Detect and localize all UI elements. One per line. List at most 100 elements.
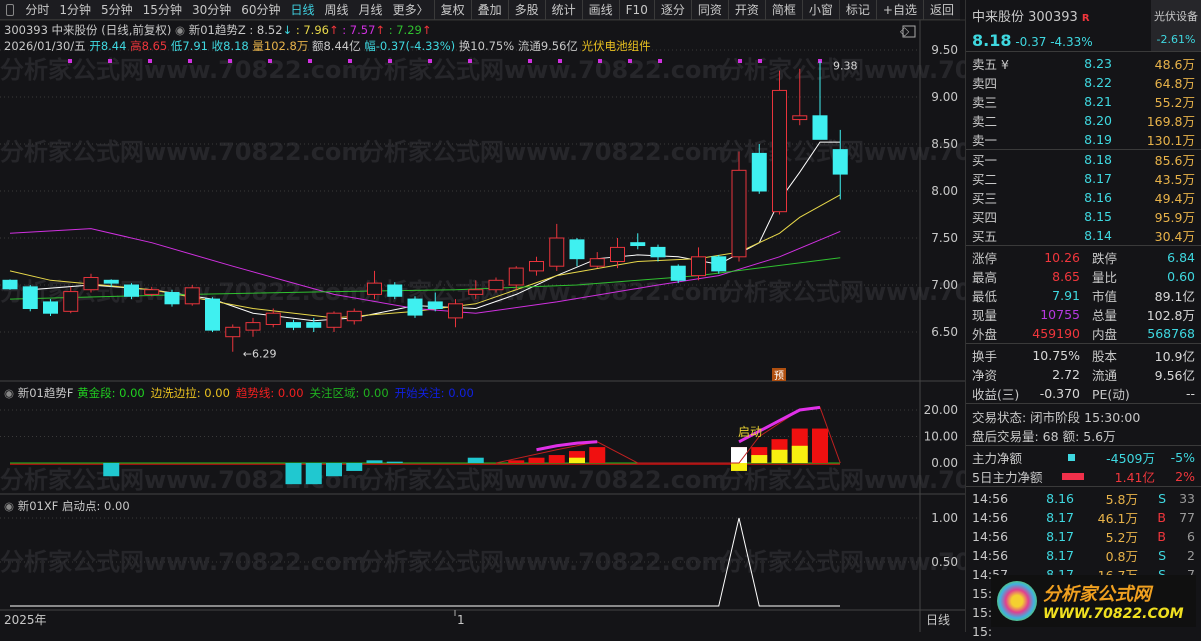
stat-value: 102.8万 xyxy=(1146,308,1195,323)
flow-value: -4509万 xyxy=(1106,451,1155,466)
tick-side: B xyxy=(1157,529,1166,544)
period-tab[interactable]: 60分钟 xyxy=(236,1,285,18)
candle-body xyxy=(43,301,58,314)
sidebar-toggle-icon[interactable] xyxy=(6,3,15,16)
panel1-name[interactable]: 新01趋势F xyxy=(18,386,74,400)
bids-row[interactable]: 买二 8.17 43.5万 xyxy=(966,169,1201,188)
asks-row[interactable]: 卖二 8.20 169.8万 xyxy=(966,111,1201,130)
toolbar-button[interactable]: 同资 xyxy=(690,0,728,20)
tick-row: 14:56 8.17 0.8万 S 2 xyxy=(966,546,1201,565)
tick-time: 14:56 xyxy=(972,491,1009,506)
bids-label: 买四 xyxy=(972,210,998,225)
kline-chart[interactable]: 分析家公式网www.70822.com分析家公式网www.70822.com分析… xyxy=(0,0,965,632)
bids-row[interactable]: 买一 8.18 85.6万 xyxy=(966,150,1201,169)
toolbar-button[interactable]: F10 xyxy=(618,0,654,20)
red-bar-icon xyxy=(1062,473,1084,480)
candle-body xyxy=(63,291,79,312)
stat-label: 换手 xyxy=(972,349,998,364)
candle-body xyxy=(407,298,423,316)
toolbar-button[interactable]: 叠加 xyxy=(470,0,508,20)
bids-row[interactable]: 买四 8.15 95.9万 xyxy=(966,207,1201,226)
asks-label: 卖一 xyxy=(972,133,998,148)
asks-row[interactable]: 卖四 8.22 64.8万 xyxy=(966,73,1201,92)
bids-row[interactable]: 买三 8.16 49.4万 xyxy=(966,188,1201,207)
toolbar-button[interactable]: 小窗 xyxy=(801,0,839,20)
tick-price: 8.17 xyxy=(1046,529,1074,544)
xaxis-month: 1 xyxy=(457,613,465,627)
panel2-name[interactable]: 新01XF xyxy=(18,499,59,513)
toolbar-button[interactable]: 开资 xyxy=(727,0,765,20)
bar-date: 2026/01/30/五 xyxy=(4,39,86,53)
asks-label: 卖五 ¥ xyxy=(972,57,1009,72)
yellow-bar xyxy=(731,463,747,471)
stat-label: 总量 xyxy=(1092,308,1118,323)
ma60-value: : 7.29 xyxy=(388,23,422,37)
toolbar-button[interactable]: +自选 xyxy=(875,0,923,20)
collapse-icon[interactable]: ◉ xyxy=(175,23,185,37)
bar-sector[interactable]: 光伏电池组件 xyxy=(582,39,651,53)
yellow-bar xyxy=(751,455,768,463)
period-tab[interactable]: 分时 xyxy=(20,1,54,18)
stat-label: 收益(三) xyxy=(972,387,1020,402)
price-tick: 6.50 xyxy=(931,325,958,339)
toolbar-button[interactable]: 标记 xyxy=(838,0,876,20)
stat-value: 6.84 xyxy=(1167,250,1195,265)
watermark: 分析家公式网www.70822.com xyxy=(360,466,726,494)
bids-volume: 30.4万 xyxy=(1154,229,1195,244)
stat-row: 最高 8.65 量比 0.60 xyxy=(966,267,1201,286)
candle-body xyxy=(832,149,848,175)
toolbar-button[interactable]: 画线 xyxy=(581,0,619,20)
period-tab[interactable]: 周线 xyxy=(320,1,354,18)
flow-label: 主力净额 xyxy=(972,451,1023,466)
sector-badge[interactable]: 光伏设备 -2.61% xyxy=(1151,0,1201,51)
flow-row: 5日主力净额 1.41亿 2% xyxy=(966,467,1201,486)
toolbar-button[interactable]: 逐分 xyxy=(653,0,691,20)
bids-price: 8.18 xyxy=(1084,152,1112,167)
asks-row[interactable]: 卖三 8.21 55.2万 xyxy=(966,92,1201,111)
price-annotation: ←6.29 xyxy=(243,348,277,361)
stat-value: -0.370 xyxy=(1039,386,1080,401)
yellow-bar xyxy=(569,457,585,463)
period-tab[interactable]: 日线 xyxy=(286,1,320,18)
stat-label: 外盘 xyxy=(972,327,998,342)
toolbar-button[interactable]: 多股 xyxy=(507,0,545,20)
candle-body xyxy=(326,312,342,328)
red-bar xyxy=(589,447,606,463)
price-tick: 7.50 xyxy=(931,231,958,245)
sector-name: 光伏设备 xyxy=(1154,10,1198,23)
toolbar-button[interactable]: 统计 xyxy=(544,0,582,20)
panel1-label: 趋势线: 0.00 xyxy=(235,386,304,400)
period-tab[interactable]: 月线 xyxy=(354,1,388,18)
bar-change: 幅-0.37(-4.33%) xyxy=(364,39,456,53)
period-tab[interactable]: 30分钟 xyxy=(187,1,236,18)
stat-label: 内盘 xyxy=(1092,327,1118,342)
toolbar-button[interactable]: 复权 xyxy=(433,0,471,20)
toolbar-button[interactable]: 返回 xyxy=(922,0,960,20)
signal-dot xyxy=(68,59,72,63)
period-tab[interactable]: 更多〉 xyxy=(388,1,434,18)
bids-row[interactable]: 买五 8.14 30.4万 xyxy=(966,226,1201,245)
period-tab[interactable]: 15分钟 xyxy=(138,1,187,18)
asks-volume: 48.6万 xyxy=(1154,57,1195,72)
candle-body xyxy=(711,256,727,272)
stat-value: 568768 xyxy=(1147,326,1195,341)
tick-price: 8.17 xyxy=(1046,510,1074,525)
bar-float: 流通9.56亿 xyxy=(517,39,578,53)
bids-price: 8.15 xyxy=(1084,209,1112,224)
asks-row[interactable]: 卖五 ¥ 8.23 48.6万 xyxy=(966,54,1201,73)
panel2-tick: 0.50 xyxy=(931,555,958,569)
period-tab[interactable]: 1分钟 xyxy=(54,1,96,18)
period-tab[interactable]: 5分钟 xyxy=(96,1,138,18)
r-badge: R xyxy=(1081,13,1090,24)
stat-label: 量比 xyxy=(1092,270,1118,285)
asks-row[interactable]: 卖一 8.19 130.1万 xyxy=(966,130,1201,149)
cyan-bar xyxy=(386,461,403,463)
tick-volume: 46.1万 xyxy=(1097,511,1138,526)
tick-side: S xyxy=(1158,548,1166,563)
panel1-tick: 20.00 xyxy=(924,403,958,417)
cyan-bar xyxy=(346,463,363,471)
bar-info: 2026/01/30/五 开8.44 高8.65 低7.91 收8.18 量10… xyxy=(4,38,651,54)
asks-label: 卖三 xyxy=(972,95,998,110)
toolbar-button[interactable]: 简框 xyxy=(764,0,802,20)
watermark: 分析家公式网www.70822.com xyxy=(360,548,726,576)
